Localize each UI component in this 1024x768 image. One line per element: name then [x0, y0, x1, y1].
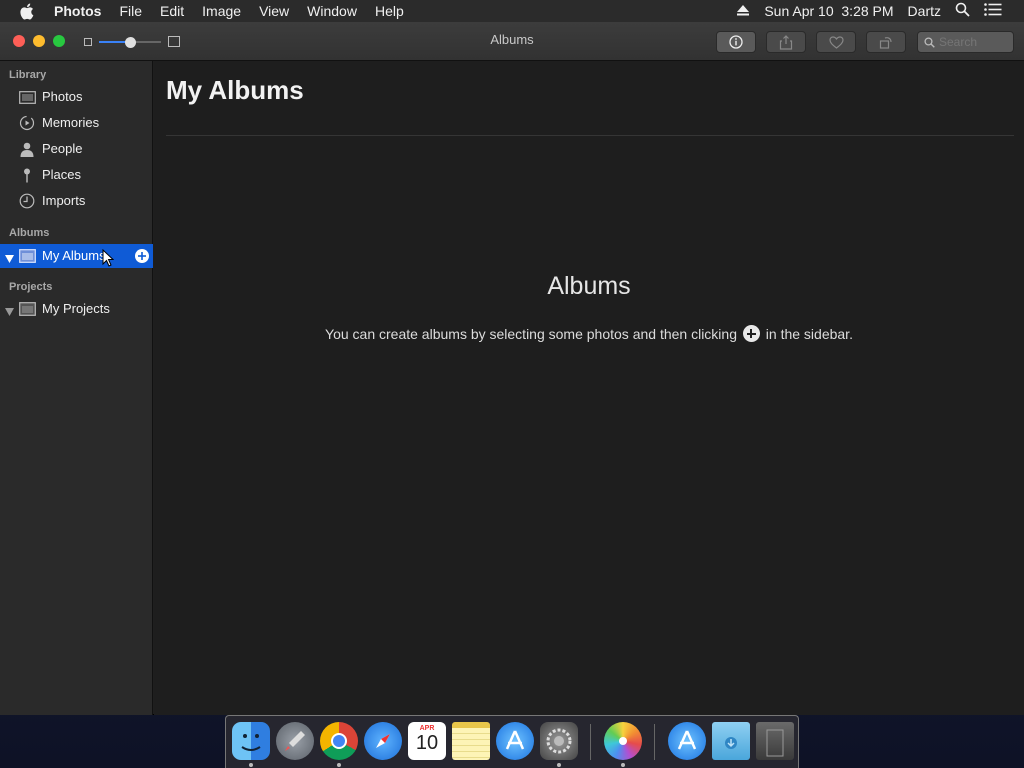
people-icon	[18, 141, 36, 157]
main-content: My Albums Albums You can create albums b…	[154, 61, 1024, 715]
running-indicator	[249, 763, 253, 767]
sidebar: Library Photos Memories People Places Im…	[0, 61, 153, 715]
photos-icon	[18, 89, 36, 105]
menu-bar: Photos File Edit Image View Window Help …	[0, 0, 1024, 22]
sidebar-item-label: Photos	[42, 89, 83, 104]
sidebar-item-imports[interactable]: Imports	[0, 189, 153, 213]
dock-separator	[590, 724, 591, 760]
sidebar-item-label: My Projects	[42, 301, 110, 316]
spotlight-search-icon[interactable]	[955, 2, 970, 20]
menu-window[interactable]: Window	[307, 0, 357, 22]
app-store-icon[interactable]	[496, 722, 534, 760]
library-section-header: Library	[9, 69, 47, 81]
menu-help[interactable]: Help	[375, 0, 404, 22]
menu-view[interactable]: View	[259, 0, 289, 22]
projects-section-header: Projects	[9, 281, 53, 293]
memories-icon	[18, 115, 36, 131]
plus-icon	[138, 252, 146, 260]
sidebar-item-label: People	[42, 141, 83, 156]
photos-window: Albums Library Photos	[0, 22, 1024, 715]
menu-file[interactable]: File	[119, 0, 142, 22]
share-button[interactable]	[766, 31, 806, 53]
menu-edit[interactable]: Edit	[160, 0, 184, 22]
empty-state-text: You can create albums by selecting some …	[325, 326, 737, 342]
folder-icon	[18, 248, 36, 264]
share-icon	[779, 34, 793, 50]
disclosure-triangle-icon[interactable]	[5, 304, 14, 319]
empty-state-message: You can create albums by selecting some …	[154, 325, 1024, 342]
system-preferences-icon[interactable]	[540, 722, 578, 760]
downloads-folder-icon[interactable]	[712, 722, 750, 760]
photos-app-icon[interactable]	[604, 722, 642, 760]
trash-icon[interactable]	[756, 722, 794, 760]
search-icon	[924, 36, 935, 48]
notification-center-icon[interactable]	[984, 3, 1002, 19]
favorite-button[interactable]	[816, 31, 856, 53]
menubar-user[interactable]: Dartz	[908, 3, 941, 19]
page-title: My Albums	[166, 75, 304, 105]
eject-icon[interactable]	[736, 3, 750, 19]
add-album-button[interactable]	[135, 249, 149, 263]
empty-state-title: Albums	[547, 272, 631, 300]
sidebar-item-my-albums[interactable]: My Albums	[0, 244, 153, 268]
calendar-month: APR	[419, 725, 435, 732]
calendar-icon[interactable]: APR 10	[408, 722, 446, 760]
sidebar-item-label: Memories	[42, 115, 100, 130]
menu-app-photos[interactable]: Photos	[54, 0, 101, 22]
notes-icon[interactable]	[452, 722, 490, 760]
dock-separator	[654, 724, 655, 760]
menubar-clock[interactable]: Sun Apr 10 3:28 PM	[764, 3, 893, 19]
sidebar-item-memories[interactable]: Memories	[0, 111, 153, 135]
title-bar: Albums	[0, 22, 1024, 61]
heart-icon	[828, 35, 844, 49]
places-icon	[18, 167, 36, 183]
running-indicator	[557, 763, 561, 767]
folder-icon	[18, 301, 36, 317]
albums-section-header: Albums	[9, 227, 50, 239]
app-store-folder-icon[interactable]	[668, 722, 706, 760]
empty-state-text: in the sidebar.	[765, 326, 853, 342]
rotate-icon	[879, 37, 892, 49]
disclosure-triangle-icon[interactable]	[5, 251, 14, 266]
imports-icon	[18, 193, 36, 209]
sidebar-item-photos[interactable]: Photos	[0, 85, 153, 109]
sidebar-item-my-projects[interactable]: My Projects	[0, 297, 153, 321]
sidebar-item-label: Imports	[42, 193, 86, 208]
chrome-icon[interactable]	[320, 722, 358, 760]
calendar-day: 10	[415, 732, 439, 754]
mouse-cursor-icon	[102, 249, 114, 267]
info-icon	[729, 35, 743, 49]
running-indicator	[621, 763, 625, 767]
running-indicator	[337, 763, 341, 767]
sidebar-item-label: Places	[42, 167, 82, 182]
title-divider	[166, 135, 1014, 136]
rotate-button[interactable]	[866, 31, 906, 53]
search-field[interactable]	[917, 31, 1014, 53]
launchpad-icon[interactable]	[276, 722, 314, 760]
apple-menu-icon[interactable]	[19, 0, 37, 22]
menu-image[interactable]: Image	[202, 0, 241, 22]
finder-icon[interactable]	[232, 722, 270, 760]
info-button[interactable]	[716, 31, 756, 53]
sidebar-item-label: My Albums	[42, 248, 106, 263]
sidebar-item-places[interactable]: Places	[0, 163, 153, 187]
sidebar-item-people[interactable]: People	[0, 137, 153, 161]
dock: APR 10	[225, 715, 799, 768]
search-input[interactable]	[939, 35, 1009, 49]
plus-icon	[742, 325, 760, 342]
safari-icon[interactable]	[364, 722, 402, 760]
